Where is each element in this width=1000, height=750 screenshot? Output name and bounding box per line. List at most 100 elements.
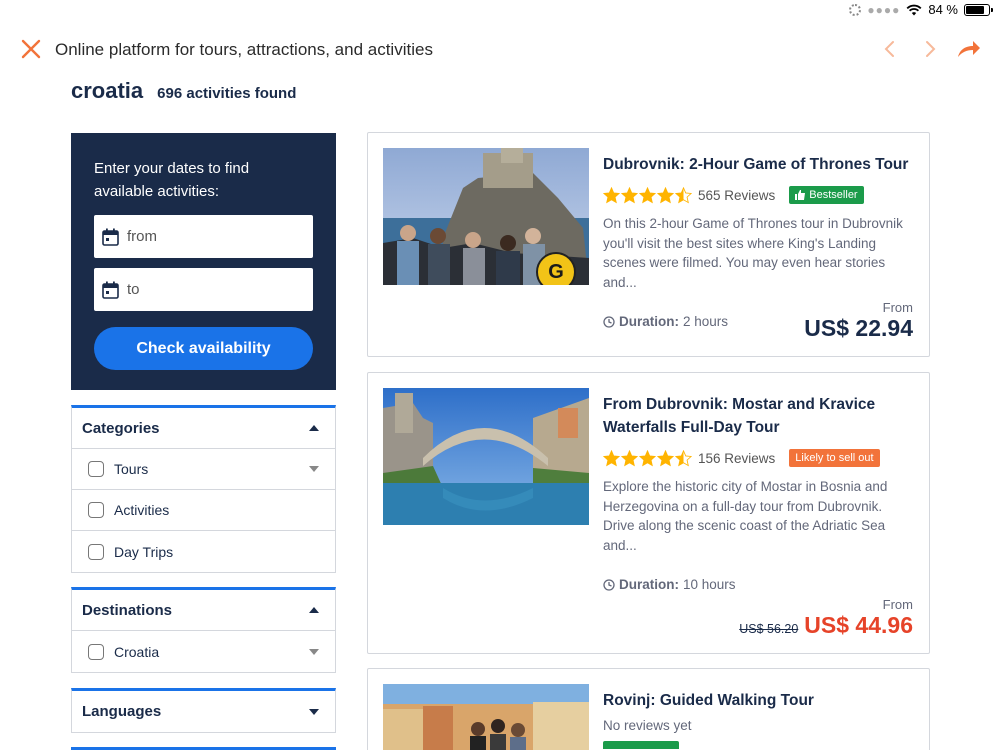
clock-icon xyxy=(603,578,615,591)
destinations-title: Destinations xyxy=(82,601,173,619)
wifi-icon xyxy=(906,4,922,15)
clock-icon xyxy=(603,315,615,328)
languages-title: Languages xyxy=(82,703,162,720)
star-icon xyxy=(657,449,674,466)
star-icon xyxy=(639,186,656,203)
checkbox[interactable] xyxy=(88,461,104,477)
close-icon[interactable] xyxy=(20,38,42,60)
filter-item-day-trips[interactable]: Day Trips xyxy=(72,531,335,572)
activity-image[interactable]: G xyxy=(383,148,589,285)
duration-label: Duration: xyxy=(619,577,679,592)
expand-icon[interactable] xyxy=(309,466,319,472)
activity-image[interactable] xyxy=(383,388,589,525)
star-icon xyxy=(621,449,638,466)
languages-header[interactable]: Languages xyxy=(72,691,335,732)
search-heading: croatia 696 activities found xyxy=(71,78,296,104)
expand-icon[interactable] xyxy=(309,648,319,655)
back-chevron-icon[interactable] xyxy=(879,38,901,60)
star-icon xyxy=(675,186,692,203)
star-icon xyxy=(639,449,656,466)
star-rating xyxy=(603,449,692,467)
share-icon[interactable] xyxy=(956,38,982,60)
date-picker-panel: Enter your dates to find available activ… xyxy=(71,133,336,390)
price-block: From US$ 56.20 US$ 44.96 xyxy=(739,597,913,639)
likely-to-sell-out-badge: Likely to sell out xyxy=(789,449,880,467)
categories-title: Categories xyxy=(82,419,160,437)
badge-partial xyxy=(603,741,679,749)
signal-icon: ●●●● xyxy=(867,2,901,17)
old-price: US$ 56.20 xyxy=(739,622,799,636)
filter-item-label: Tours xyxy=(114,461,149,477)
destinations-filter: Destinations Croatia xyxy=(71,587,336,673)
results-count: 696 activities found xyxy=(157,85,297,102)
checkbox[interactable] xyxy=(88,643,104,660)
activity-card[interactable]: G Dubrovnik: 2-Hour Game of Thrones Tour… xyxy=(367,132,930,357)
filter-item-label: Day Trips xyxy=(114,543,174,560)
star-rating xyxy=(603,186,692,204)
battery-icon xyxy=(964,3,993,16)
collapse-icon xyxy=(309,607,319,613)
bestseller-badge: Bestseller xyxy=(789,186,864,204)
filter-item-tours[interactable]: Tours xyxy=(72,449,335,490)
battery-percent: 84 % xyxy=(928,2,958,17)
date-prompt: Enter your dates to find available activ… xyxy=(94,160,250,200)
star-icon xyxy=(675,449,692,466)
duration-value: 2 hours xyxy=(683,314,729,329)
checkbox[interactable] xyxy=(88,543,104,560)
price-block: From US$ 22.94 xyxy=(804,300,913,342)
filter-item-label: Croatia xyxy=(114,643,160,660)
duration: Duration: 2 hours xyxy=(603,314,728,329)
rating-row: 156 Reviews Likely to sell out xyxy=(603,449,913,467)
activity-card[interactable]: From Dubrovnik: Mostar and Kravice Water… xyxy=(367,372,930,654)
status-bar: ●●●● 84 % xyxy=(0,0,1000,22)
review-count: 156 Reviews xyxy=(698,450,776,466)
languages-filter: Languages xyxy=(71,688,336,733)
expand-icon xyxy=(309,708,319,715)
price-from-label: From xyxy=(882,300,913,315)
categories-filter: Categories Tours Activities Day Trips xyxy=(71,405,336,573)
filter-item-croatia[interactable]: Croatia xyxy=(72,631,335,672)
collapse-icon xyxy=(309,425,319,431)
review-count: No reviews yet xyxy=(603,718,692,733)
page-title: Online platform for tours, attractions, … xyxy=(55,40,433,59)
filter-item-label: Activities xyxy=(114,502,170,518)
star-icon xyxy=(603,449,620,466)
activity-description: On this 2-hour Game of Thrones tour in D… xyxy=(603,216,903,290)
activity-card[interactable]: Rovinj: Guided Walking Tour No reviews y… xyxy=(367,668,930,750)
search-query: croatia xyxy=(71,78,144,103)
duration-value: 10 hours xyxy=(683,577,736,592)
calendar-icon xyxy=(102,228,119,246)
price-from-label: From xyxy=(882,597,913,612)
top-nav: Online platform for tours, attractions, … xyxy=(0,30,1000,70)
badge-label: Likely to sell out xyxy=(795,452,874,464)
rating-row: 565 Reviews Bestseller xyxy=(603,186,913,204)
guide-badge-icon: G xyxy=(536,252,576,285)
star-icon xyxy=(603,186,620,203)
badge-label: Bestseller xyxy=(809,189,858,201)
date-from-input[interactable]: from xyxy=(94,215,313,258)
date-to-input[interactable]: to xyxy=(94,268,313,311)
date-to-placeholder: to xyxy=(127,281,140,298)
price: US$ 22.94 xyxy=(804,315,913,341)
review-count: 565 Reviews xyxy=(698,187,776,203)
price: US$ 44.96 xyxy=(804,612,913,638)
activity-description: Explore the historic city of Mostar in B… xyxy=(603,479,888,553)
thumbs-up-icon xyxy=(795,190,806,200)
duration: Duration: 10 hours xyxy=(603,577,736,592)
filter-item-activities[interactable]: Activities xyxy=(72,490,335,531)
loading-icon xyxy=(849,3,862,16)
activity-image[interactable] xyxy=(383,684,589,750)
activity-title[interactable]: Dubrovnik: 2-Hour Game of Thrones Tour xyxy=(603,153,913,176)
checkbox[interactable] xyxy=(88,502,104,518)
duration-label: Duration: xyxy=(619,314,679,329)
check-availability-button[interactable]: Check availability xyxy=(94,327,313,370)
date-from-placeholder: from xyxy=(127,228,157,245)
calendar-icon xyxy=(102,281,119,299)
star-icon xyxy=(657,186,674,203)
star-icon xyxy=(621,186,638,203)
forward-chevron-icon[interactable] xyxy=(919,38,941,60)
destinations-header[interactable]: Destinations xyxy=(72,590,335,631)
categories-header[interactable]: Categories xyxy=(72,408,335,449)
activity-title[interactable]: From Dubrovnik: Mostar and Kravice Water… xyxy=(603,393,913,439)
activity-title[interactable]: Rovinj: Guided Walking Tour xyxy=(603,689,913,712)
